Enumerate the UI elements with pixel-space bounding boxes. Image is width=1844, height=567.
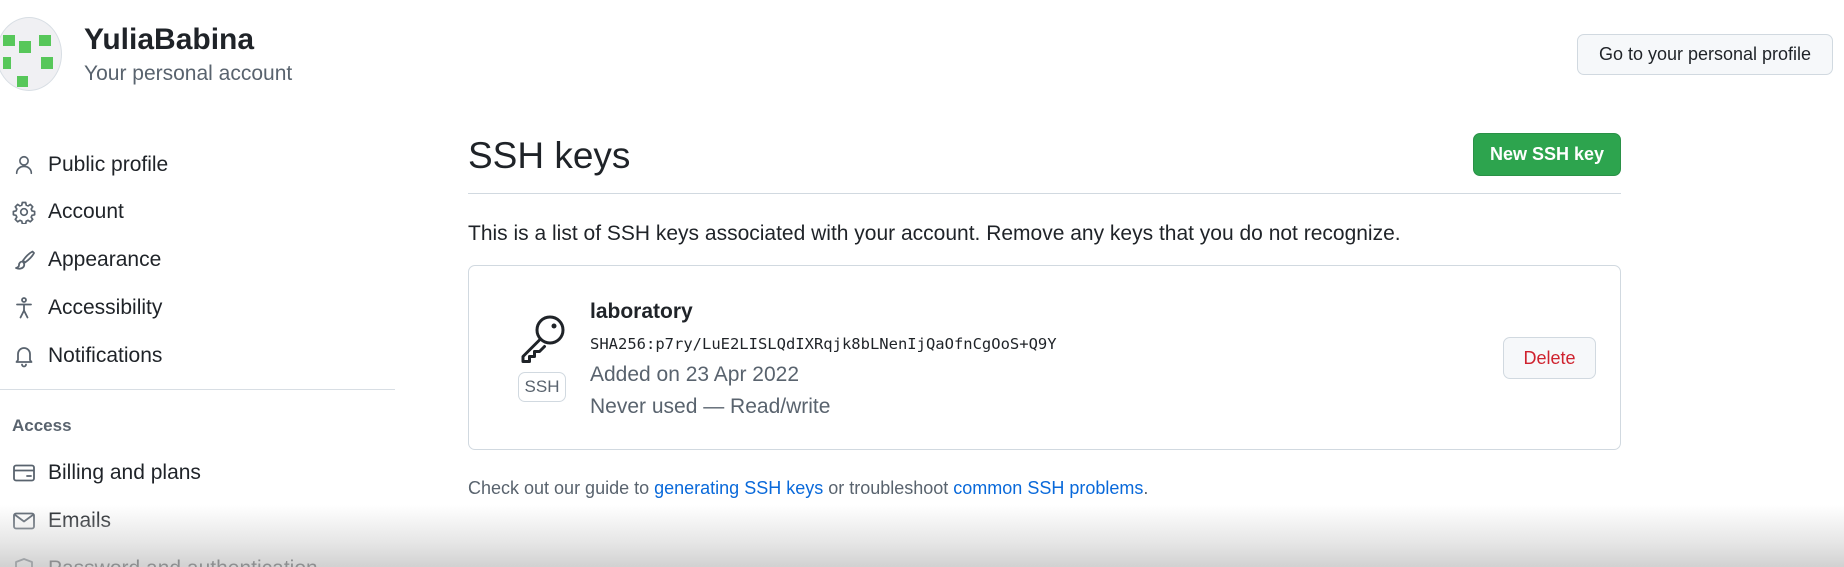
sidebar-item-emails[interactable]: Emails <box>0 501 396 541</box>
sidebar-item-label: Account <box>48 200 124 223</box>
sidebar-group-heading: Access <box>12 416 72 435</box>
sidebar-item-public-profile[interactable]: Public profile <box>0 145 396 185</box>
ssh-key-fingerprint: SHA256:p7ry/LuE2LISLQdIXRqjk8bLNenIjQaOf… <box>590 335 1057 353</box>
sidebar-item-label: Password and authentication <box>48 557 318 567</box>
sidebar-item-label: Notifications <box>48 344 163 367</box>
ssh-key-title: laboratory <box>590 300 693 323</box>
sidebar-item-label: Accessibility <box>48 296 163 319</box>
gear-icon <box>12 200 36 224</box>
ssh-key-usage: Never used — Read/write <box>590 395 831 418</box>
sidebar-item-notifications[interactable]: Notifications <box>0 336 396 376</box>
title-divider <box>468 193 1621 194</box>
common-ssh-problems-link[interactable]: common SSH problems <box>953 478 1143 498</box>
credit-card-icon <box>12 461 36 485</box>
sidebar-item-accessibility[interactable]: Accessibility <box>0 288 396 328</box>
bell-icon <box>12 344 36 368</box>
ssh-key-added-date: Added on 23 Apr 2022 <box>590 363 800 386</box>
identicon-icon <box>3 35 53 87</box>
sidebar-item-label: Billing and plans <box>48 461 201 484</box>
sidebar-divider <box>0 389 395 390</box>
sidebar-item-label: Appearance <box>48 248 162 271</box>
key-icon <box>517 312 569 364</box>
ssh-key-list: SSH laboratory SHA256:p7ry/LuE2LISLQdIXR… <box>468 265 1621 450</box>
avatar[interactable] <box>0 17 62 91</box>
ssh-guide-note: Check out our guide to generating SSH ke… <box>468 478 1148 499</box>
mail-icon <box>12 509 36 533</box>
accessibility-icon <box>12 296 36 320</box>
footer-middle: or troubleshoot <box>823 478 954 498</box>
paintbrush-icon <box>12 248 36 272</box>
page-title: SSH keys <box>468 135 631 176</box>
settings-page: YuliaBabina Your personal account Go to … <box>0 0 1844 567</box>
sidebar-item-billing[interactable]: Billing and plans <box>0 453 396 493</box>
sidebar-item-label: Emails <box>48 509 112 532</box>
delete-key-button[interactable]: Delete <box>1503 337 1596 379</box>
person-icon <box>12 153 36 177</box>
intro-text: This is a list of SSH keys associated wi… <box>468 222 1401 245</box>
generating-ssh-keys-link[interactable]: generating SSH keys <box>654 478 823 498</box>
account-type-label: Your personal account <box>84 62 293 85</box>
ssh-badge: SSH <box>518 372 566 402</box>
footer-prefix: Check out our guide to <box>468 478 655 498</box>
sidebar-item-label: Public profile <box>48 153 169 176</box>
sidebar-item-appearance[interactable]: Appearance <box>0 240 396 280</box>
sidebar-item-account[interactable]: Account <box>0 192 396 232</box>
go-to-profile-button[interactable]: Go to your personal profile <box>1577 34 1833 75</box>
sidebar-item-password-authentication[interactable]: Password and authentication <box>0 549 396 567</box>
user-name[interactable]: YuliaBabina <box>84 22 254 58</box>
footer-suffix: . <box>1143 478 1149 498</box>
shield-lock-icon <box>12 557 36 567</box>
new-ssh-key-button[interactable]: New SSH key <box>1473 133 1621 176</box>
